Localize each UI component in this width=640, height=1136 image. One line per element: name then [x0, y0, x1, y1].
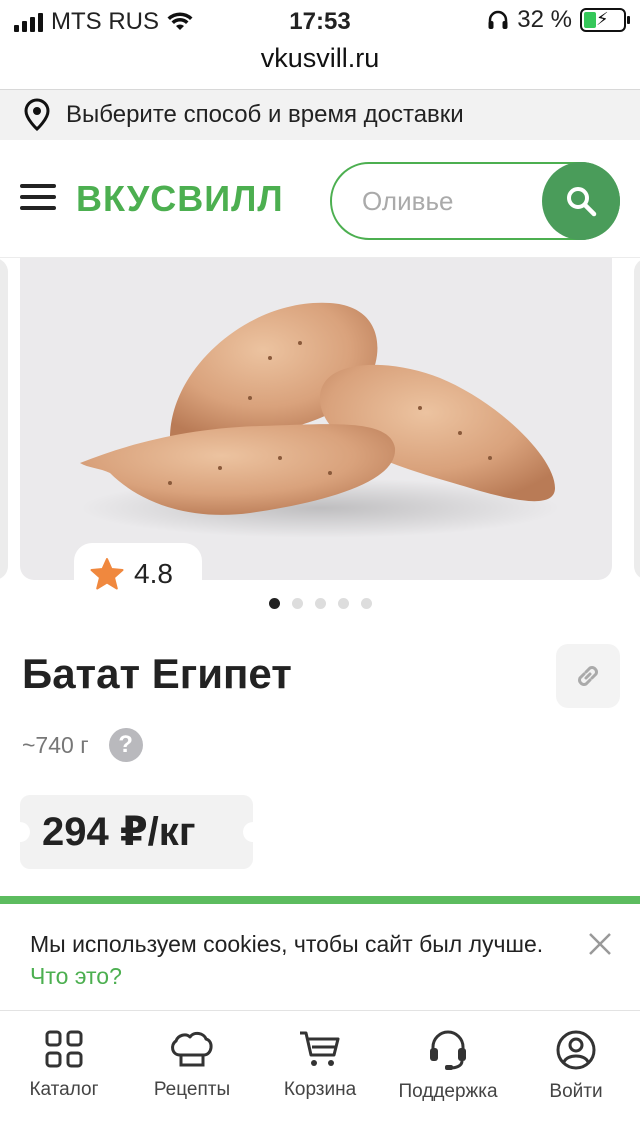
chef-hat-icon — [171, 1031, 213, 1067]
status-bar: MTS RUS 17:53 32 % ⚡ — [0, 0, 640, 40]
site-header: ВКУСВИЛЛ — [0, 140, 640, 258]
battery-info: 32 % ⚡ — [487, 6, 630, 34]
nav-label: Каталог — [29, 1079, 99, 1100]
slide-dot[interactable] — [291, 598, 303, 609]
nav-item-recipes[interactable]: Рецепты — [128, 1029, 256, 1101]
nav-label: Рецепты — [153, 1079, 231, 1100]
price-tag: 294 ₽/кг — [10, 795, 263, 869]
cookie-info-link[interactable]: Что это? — [30, 963, 122, 989]
product-title: Батат Египет — [22, 650, 292, 697]
search-input[interactable] — [362, 182, 532, 220]
battery-icon: ⚡ — [580, 8, 630, 32]
nav-item-catalog[interactable]: Каталог — [0, 1029, 128, 1101]
user-icon — [556, 1030, 596, 1070]
search-icon — [567, 187, 597, 217]
next-slide-peek[interactable] — [634, 258, 640, 580]
weight-info: ~740 г ? — [22, 728, 143, 762]
logo[interactable]: ВКУСВИЛЛ — [76, 178, 284, 220]
product-image[interactable] — [20, 258, 612, 580]
slide-dot[interactable] — [360, 598, 372, 609]
copy-link-button[interactable] — [556, 644, 620, 708]
prev-slide-peek[interactable] — [0, 258, 8, 580]
rating-value: 4.8 — [134, 558, 173, 589]
headset-icon — [430, 1030, 466, 1070]
delivery-selector[interactable]: Выберите способ и время доставки — [0, 90, 640, 140]
cookie-text: Мы используем cookies, чтобы сайт был лу… — [30, 931, 544, 957]
search-box — [330, 162, 620, 240]
delivery-text: Выберите способ и время доставки — [66, 101, 464, 128]
product-gallery[interactable]: 4.8 — [0, 258, 640, 618]
cookie-message: Мы используем cookies, чтобы сайт был лу… — [30, 928, 550, 992]
close-icon[interactable] — [586, 930, 614, 958]
location-pin-icon — [24, 98, 50, 132]
nav-label: Поддержка — [398, 1081, 498, 1102]
nav-item-support[interactable]: Поддержка — [384, 1029, 512, 1103]
url-bar[interactable]: vkusvill.ru — [0, 40, 640, 90]
nav-label: Войти — [549, 1081, 603, 1102]
search-button[interactable] — [542, 162, 620, 240]
cart-icon — [300, 1031, 340, 1066]
rating-badge: 4.8 — [74, 543, 202, 605]
link-icon — [578, 666, 598, 686]
slide-dot[interactable] — [337, 598, 349, 609]
hamburger-icon[interactable] — [20, 184, 56, 210]
sweet-potato-photo — [80, 302, 560, 538]
nav-item-login[interactable]: Войти — [512, 1029, 640, 1103]
catalog-grid-icon — [45, 1030, 83, 1068]
nav-label: Корзина — [283, 1079, 357, 1100]
question-icon[interactable]: ? — [108, 728, 143, 762]
nav-item-cart[interactable]: Корзина — [256, 1029, 384, 1101]
cookie-banner: Мы используем cookies, чтобы сайт был лу… — [0, 896, 640, 1010]
battery-percent: 32 % — [517, 6, 572, 33]
slide-dot[interactable] — [314, 598, 326, 609]
bottom-navigation: Каталог Рецепты Корзина Поддержка Войти — [0, 1010, 640, 1136]
weight-value: ~740 г — [22, 731, 89, 758]
slide-dot[interactable] — [268, 598, 280, 609]
star-icon — [90, 558, 124, 590]
headphones-icon — [488, 10, 508, 29]
slide-indicator — [0, 598, 640, 609]
